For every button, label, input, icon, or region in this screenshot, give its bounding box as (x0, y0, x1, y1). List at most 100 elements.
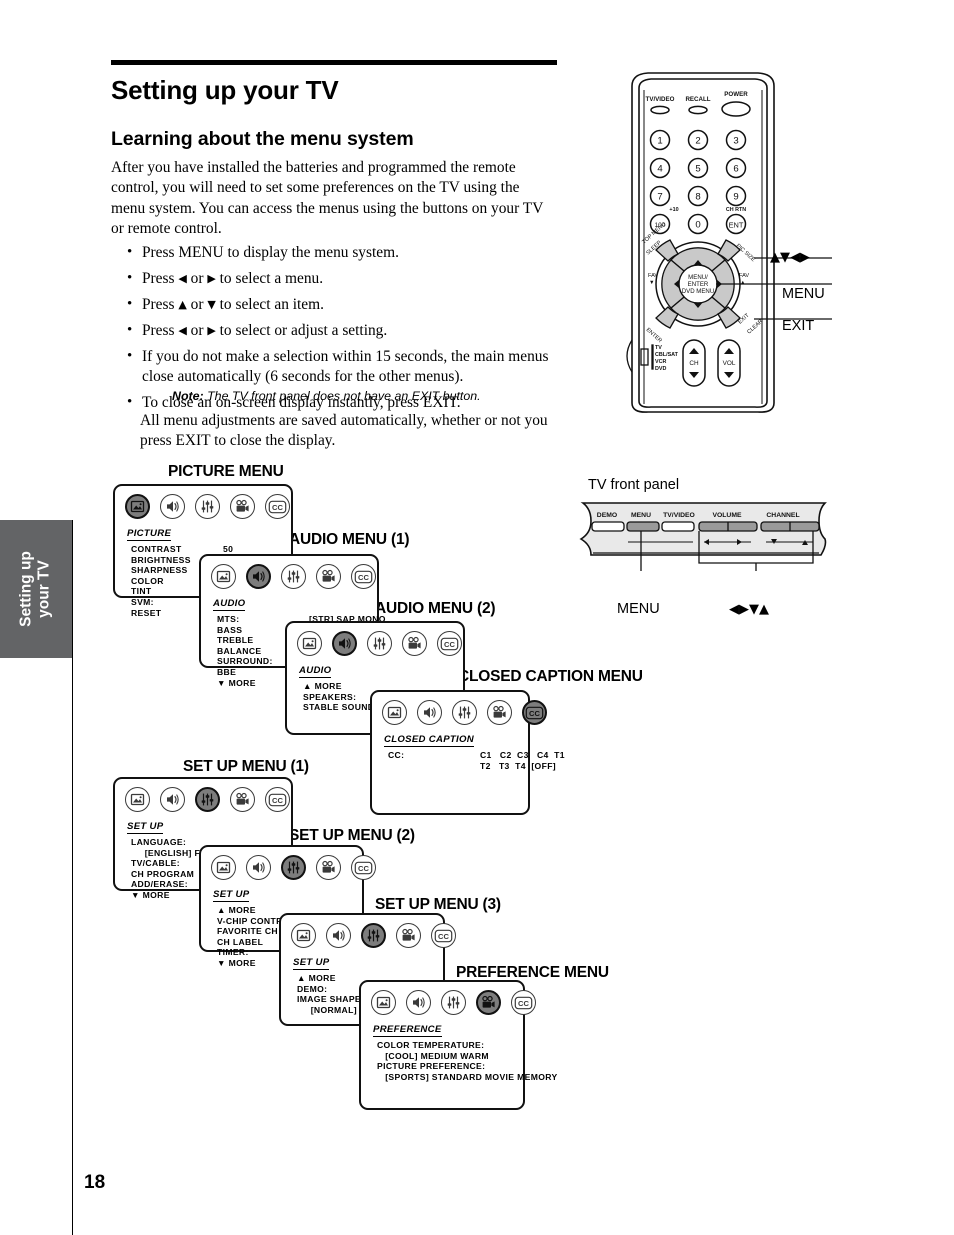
setup-icon[interactable] (195, 494, 220, 519)
osd-menu-row[interactable]: COLOR50 (131, 576, 233, 587)
bullet-text: to select an item. (215, 295, 324, 313)
setup-icon[interactable] (452, 700, 477, 725)
svg-text:3: 3 (733, 135, 738, 146)
preference-icon[interactable] (316, 564, 341, 589)
page-number: 18 (84, 1172, 106, 1193)
svg-text:DEMO: DEMO (597, 512, 617, 519)
osd-menu-title: SET UP (293, 957, 330, 970)
osd-menu-card: CC CLOSED CAPTION CC: C1 C2 C3 C4 T1 T2 T3 T… (370, 690, 565, 815)
osd-row-label: BASS (217, 624, 243, 635)
menu-callout-label: AUDIO MENU (1) (289, 531, 410, 548)
osd-row-label: PICTURE PREFERENCE: (377, 1061, 486, 1072)
picture-icon[interactable] (382, 700, 407, 725)
osd-menu-title: SET UP (127, 821, 164, 834)
audio-icon[interactable] (246, 855, 271, 880)
menu-callout-label: SET UP MENU (2) (289, 827, 415, 844)
setup-icon[interactable] (195, 787, 220, 812)
audio-icon[interactable] (246, 564, 271, 589)
osd-menu-row[interactable]: BBE[ON] OFF (217, 667, 350, 678)
closed-caption-icon[interactable]: CC (431, 923, 456, 948)
osd-menu-row[interactable]: MTS: [STR] SAP MONO (217, 614, 385, 625)
osd-icon-row: CC (371, 990, 536, 1015)
closed-caption-icon[interactable]: CC (265, 494, 290, 519)
setup-icon[interactable] (367, 631, 392, 656)
osd-menu-title: PICTURE (127, 528, 172, 541)
preference-icon[interactable] (487, 700, 512, 725)
picture-icon[interactable] (211, 564, 236, 589)
svg-text:CC: CC (444, 640, 455, 649)
preference-icon[interactable] (402, 631, 427, 656)
closed-caption-icon[interactable]: CC (351, 564, 376, 589)
remote-control-illustration: TV/VIDEO RECALL POWER 123 456 789 100 0 EN… (626, 72, 832, 413)
picture-icon[interactable] (125, 787, 150, 812)
osd-menu-row[interactable]: RESET (131, 608, 191, 619)
osd-menu-row[interactable]: TREBLE50 (217, 635, 319, 646)
osd-menu-row[interactable]: STABLE SOUND[ON] OFF (303, 702, 436, 713)
osd-menu-title: AUDIO (299, 665, 332, 678)
instruction-bullet: Press ◀ or ▶ to select or adjust a setti… (125, 320, 550, 341)
osd-menu-row[interactable]: SVM:[ON] OFF (131, 597, 264, 608)
menu-callout-label: PICTURE MENU (168, 463, 284, 480)
preference-icon[interactable] (230, 494, 255, 519)
osd-menu-row[interactable]: BASS50 (217, 624, 319, 636)
osd-menu-row[interactable]: SURROUND:[ON] OFF (217, 656, 350, 667)
closed-caption-icon[interactable]: CC (522, 700, 547, 725)
closed-caption-icon[interactable]: CC (437, 631, 462, 656)
svg-text:DVD: DVD (655, 366, 666, 372)
audio-icon[interactable] (326, 923, 351, 948)
svg-text:FAV: FAV (648, 273, 658, 279)
arrow-glyph-icon: ▶ (207, 323, 216, 337)
osd-menu-row[interactable]: [SPORTS] STANDARD MOVIE MEMORY (377, 1072, 558, 1083)
audio-icon[interactable] (332, 631, 357, 656)
preference-icon[interactable] (476, 990, 501, 1015)
svg-text:4: 4 (657, 163, 663, 174)
svg-text:CC: CC (358, 864, 369, 873)
osd-menu-row[interactable]: [COOL] MEDIUM WARM (377, 1051, 558, 1062)
svg-text:▲: ▲ (740, 280, 746, 286)
preference-icon[interactable] (230, 787, 255, 812)
osd-menu-row[interactable]: ▲ MORE (303, 681, 374, 692)
remote-callout-exit: EXIT (782, 318, 815, 334)
audio-icon[interactable] (417, 700, 442, 725)
osd-menu-row[interactable]: SHARPNESS50 (131, 565, 233, 576)
osd-menu-row[interactable]: ▼ MORE (217, 678, 273, 689)
svg-text:TV/VIDEO: TV/VIDEO (663, 512, 695, 519)
audio-icon[interactable] (406, 990, 431, 1015)
setup-icon[interactable] (281, 564, 306, 589)
manual-page: Setting up your TV 18 Setting up your TV … (0, 0, 954, 1235)
audio-icon[interactable] (160, 787, 185, 812)
osd-menu-title: SET UP (213, 889, 250, 902)
page-left-rule (72, 520, 73, 1235)
osd-icon-row: CC (382, 700, 547, 725)
picture-icon[interactable] (297, 631, 322, 656)
closed-caption-icon[interactable]: CC (351, 855, 376, 880)
setup-icon[interactable] (441, 990, 466, 1015)
bullet-text: Press MENU to display the menu system. (142, 244, 399, 261)
osd-menu-row[interactable]: CC: C1 C2 C3 C4 T1 (388, 750, 565, 761)
osd-menu-row[interactable]: BRIGHTNESS50 (131, 555, 233, 566)
osd-menu-row[interactable]: BALANCE0 (217, 646, 314, 657)
osd-menu-row[interactable]: TINT0 (131, 586, 228, 597)
preference-icon[interactable] (316, 855, 341, 880)
svg-text:CHANNEL: CHANNEL (766, 512, 799, 519)
bullet-text: Press (142, 321, 179, 339)
preference-icon[interactable] (396, 923, 421, 948)
osd-menu-row[interactable]: SPEAKERS:[ON] OFF (303, 692, 436, 703)
osd-menu-row[interactable]: CONTRAST 50 (131, 544, 233, 555)
osd-menu-row[interactable]: COLOR TEMPERATURE: (377, 1040, 558, 1051)
closed-caption-icon[interactable]: CC (265, 787, 290, 812)
osd-menu-row[interactable]: T2 T3 T4 [OFF] (388, 761, 556, 772)
closed-caption-icon[interactable]: CC (511, 990, 536, 1015)
picture-icon[interactable] (371, 990, 396, 1015)
bullet-text: or (186, 295, 208, 313)
osd-menu-row[interactable]: PICTURE PREFERENCE: (377, 1061, 558, 1072)
setup-icon[interactable] (361, 923, 386, 948)
picture-icon[interactable] (291, 923, 316, 948)
picture-icon[interactable] (125, 494, 150, 519)
svg-text:CH RTN: CH RTN (726, 207, 746, 213)
audio-icon[interactable] (160, 494, 185, 519)
picture-icon[interactable] (211, 855, 236, 880)
note-text: The TV front panel does not have an EXIT… (203, 389, 481, 403)
setup-icon[interactable] (281, 855, 306, 880)
instruction-bullet: Press MENU to display the menu system. (125, 242, 550, 263)
